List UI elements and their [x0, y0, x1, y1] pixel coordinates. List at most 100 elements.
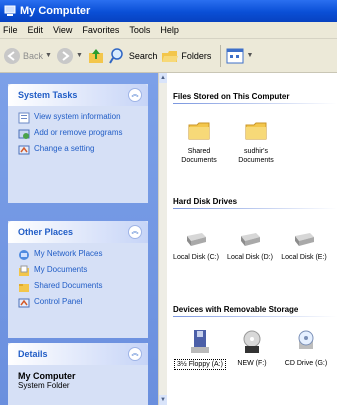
- removable-drive-icon: [243, 330, 261, 353]
- hard-drive-icon: [295, 233, 314, 246]
- up-folder-icon: [88, 48, 103, 63]
- item-floppy-a[interactable]: 3½ Floppy (A:): [174, 329, 226, 370]
- back-arrow-icon: [4, 47, 20, 64]
- menu-view[interactable]: View: [53, 25, 72, 35]
- hard-drive-icon: [187, 233, 206, 246]
- menu-edit[interactable]: Edit: [28, 25, 44, 35]
- folders-label: Folders: [181, 50, 212, 61]
- place-label: Control Panel: [34, 297, 83, 306]
- group-files-stored: Files Stored on This Computer: [173, 92, 337, 104]
- search-icon: [109, 47, 123, 64]
- item-local-disk-e[interactable]: Local Disk (E:): [278, 231, 330, 262]
- item-user-documents[interactable]: sudhir's Documents: [230, 119, 282, 165]
- group-hard-disk-drives: Hard Disk Drives: [173, 197, 337, 209]
- add-remove-programs-icon: [18, 129, 30, 139]
- views-button[interactable]: ▼: [226, 43, 253, 69]
- item-label: Shared Documents: [181, 148, 217, 164]
- folders-icon: [162, 50, 179, 62]
- menu-favorites[interactable]: Favorites: [82, 25, 119, 35]
- task-add-remove-programs[interactable]: Add or remove programs: [18, 128, 142, 140]
- chevron-down-icon: ▼: [246, 52, 254, 59]
- group-divider: [173, 316, 337, 317]
- item-label: NEW (F:): [237, 360, 267, 367]
- details-title: Details: [18, 349, 48, 359]
- place-label: Shared Documents: [34, 281, 103, 290]
- scroll-up-icon[interactable]: ▲: [159, 73, 167, 83]
- group-title: Devices with Removable Storage: [173, 305, 299, 314]
- shared-folder-icon: [19, 284, 29, 292]
- collapse-chevron-icon[interactable]: ︽: [128, 347, 142, 361]
- search-button[interactable]: Search: [109, 43, 158, 69]
- collapse-chevron-icon[interactable]: ︽: [128, 225, 142, 239]
- up-folder-button[interactable]: [87, 43, 105, 69]
- details-name: My Computer: [18, 371, 76, 381]
- menu-help[interactable]: Help: [160, 25, 179, 35]
- folder-icon: [245, 122, 267, 140]
- chevron-down-icon: ▼: [75, 52, 83, 59]
- item-label: 3½ Floppy (A:): [174, 359, 226, 370]
- menu-file[interactable]: File: [3, 25, 18, 35]
- other-places-panel: Other Places ︽ My Network Places My Docu…: [8, 221, 148, 338]
- place-label: My Network Places: [34, 249, 103, 258]
- control-panel-icon: [18, 145, 30, 155]
- task-label: Add or remove programs: [34, 128, 123, 137]
- collapse-chevron-icon[interactable]: ︽: [128, 88, 142, 102]
- task-view-system-info[interactable]: View system information: [18, 112, 142, 124]
- content-pane: Files Stored on This Computer Shared Doc…: [167, 73, 337, 405]
- floppy-drive-icon: [191, 330, 209, 353]
- item-label: Local Disk (D:): [227, 254, 273, 261]
- menu-tools[interactable]: Tools: [129, 25, 150, 35]
- details-header[interactable]: Details ︽: [8, 343, 148, 365]
- menu-bar: File Edit View Favorites Tools Help: [0, 22, 337, 39]
- task-label: Change a setting: [34, 144, 95, 153]
- task-change-setting[interactable]: Change a setting: [18, 144, 142, 156]
- other-places-title: Other Places: [18, 227, 74, 237]
- group-removable-storage: Devices with Removable Storage: [173, 305, 337, 317]
- my-computer-icon: [4, 5, 16, 16]
- item-label: Local Disk (C:): [173, 254, 219, 261]
- scroll-down-icon[interactable]: ▼: [159, 395, 167, 405]
- place-my-documents[interactable]: My Documents: [18, 265, 142, 277]
- system-tasks-title: System Tasks: [18, 90, 78, 100]
- other-places-header[interactable]: Other Places ︽: [8, 221, 148, 243]
- place-label: My Documents: [34, 265, 88, 274]
- item-new-f[interactable]: NEW (F:): [226, 329, 278, 368]
- chevron-down-icon: ▼: [45, 52, 52, 59]
- details-panel: Details ︽ My Computer System Folder: [8, 343, 148, 405]
- item-label: sudhir's Documents: [238, 148, 274, 164]
- toolbar-divider: [220, 44, 222, 67]
- folder-icon: [188, 122, 210, 140]
- task-label: View system information: [34, 112, 121, 121]
- forward-button[interactable]: ▼: [56, 43, 83, 69]
- place-control-panel[interactable]: Control Panel: [18, 297, 142, 309]
- documents-folder-icon: [19, 265, 29, 276]
- cd-drive-icon: [298, 330, 314, 349]
- item-label: CD Drive (G:): [284, 360, 328, 367]
- item-local-disk-d[interactable]: Local Disk (D:): [224, 231, 276, 262]
- views-icon: [226, 48, 244, 63]
- back-button[interactable]: Back ▼: [3, 43, 52, 69]
- details-type: System Folder: [18, 381, 70, 390]
- item-cd-drive-g[interactable]: CD Drive (G:): [280, 329, 332, 368]
- folders-button[interactable]: Folders: [161, 43, 211, 69]
- item-label: Local Disk (E:): [281, 254, 327, 261]
- system-tasks-header[interactable]: System Tasks ︽: [8, 84, 148, 106]
- group-divider: [173, 103, 337, 104]
- back-label: Back: [23, 50, 44, 61]
- place-network-places[interactable]: My Network Places: [18, 249, 142, 261]
- group-divider: [173, 208, 337, 209]
- item-shared-documents[interactable]: Shared Documents: [173, 119, 225, 165]
- network-places-icon: [19, 250, 29, 260]
- system-info-icon: [18, 112, 30, 124]
- hard-drive-icon: [241, 233, 260, 246]
- search-label: Search: [128, 50, 158, 61]
- title-bar: My Computer: [0, 0, 337, 22]
- vertical-scrollbar[interactable]: ▲ ▼: [158, 73, 167, 405]
- control-panel-icon: [18, 298, 30, 308]
- place-shared-documents[interactable]: Shared Documents: [18, 281, 142, 293]
- task-pane: System Tasks ︽ View system information A…: [0, 73, 158, 405]
- window-title: My Computer: [20, 5, 91, 17]
- system-tasks-panel: System Tasks ︽ View system information A…: [8, 84, 148, 203]
- group-title: Files Stored on This Computer: [173, 92, 290, 101]
- item-local-disk-c[interactable]: Local Disk (C:): [170, 231, 222, 262]
